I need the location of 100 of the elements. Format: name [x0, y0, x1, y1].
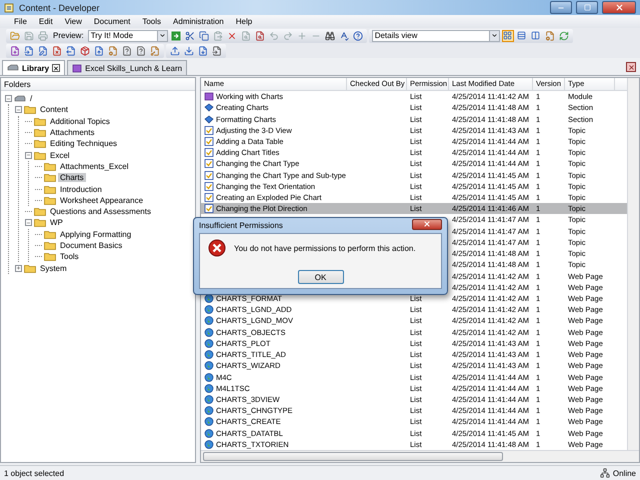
tree-item[interactable]: Additional Topics — [48, 116, 112, 126]
preview-label: Preview: — [52, 31, 85, 40]
view-mode-dropdown[interactable]: Details view — [372, 30, 500, 42]
dialog-close-button[interactable] — [412, 218, 442, 230]
tree-item[interactable]: Attachments — [48, 128, 96, 138]
publish-icon[interactable] — [93, 44, 105, 56]
app-icon — [4, 2, 15, 13]
preview-mode-value: Try It! Mode — [90, 31, 134, 40]
close-button[interactable] — [602, 1, 636, 14]
minimize-button[interactable] — [550, 1, 572, 14]
tree-item[interactable]: / — [28, 94, 34, 104]
close-icon[interactable] — [626, 62, 636, 72]
menu-item[interactable]: View — [58, 17, 88, 26]
check-in-icon[interactable] — [169, 44, 181, 56]
menu-item[interactable]: Tools — [136, 17, 168, 26]
globe-icon — [204, 361, 214, 370]
tree-item[interactable]: Excel — [48, 150, 72, 160]
globe-icon — [204, 305, 214, 314]
binoculars-icon[interactable] — [324, 30, 336, 42]
delete-document-icon[interactable] — [51, 44, 63, 56]
refresh-icon[interactable] — [558, 30, 570, 42]
menu-item[interactable]: Document — [88, 17, 136, 26]
properties-icon[interactable] — [544, 30, 556, 42]
folder-icon — [44, 162, 56, 171]
key-document-icon[interactable] — [149, 44, 161, 56]
view-icon[interactable] — [502, 30, 514, 42]
collapse-icon[interactable] — [5, 95, 12, 102]
tree-item[interactable]: System — [38, 264, 69, 273]
import-icon[interactable] — [23, 44, 35, 56]
tab[interactable]: Excel Skills_Lunch & Learn — [67, 60, 188, 75]
question-icon[interactable] — [121, 44, 133, 56]
package-icon[interactable] — [79, 44, 91, 56]
view-icon[interactable] — [530, 30, 542, 42]
menu-item[interactable]: Edit — [32, 17, 59, 26]
export-icon[interactable] — [65, 44, 77, 56]
window-title: Content - Developer — [19, 2, 101, 12]
tree-item[interactable]: Questions and Assessments — [48, 207, 153, 216]
collapse-icon[interactable] — [15, 106, 22, 114]
tree-item[interactable]: Document Basics — [58, 241, 124, 250]
settings-document-icon[interactable] — [107, 44, 119, 56]
cut-icon[interactable] — [184, 30, 196, 42]
check-out-icon[interactable] — [183, 44, 195, 56]
menu-item[interactable]: Administration — [167, 17, 230, 26]
question-menu-icon[interactable] — [135, 44, 147, 56]
download-icon[interactable] — [197, 44, 209, 56]
tree-item[interactable]: Editing Techniques — [48, 139, 120, 148]
tree-item[interactable]: Worksheet Appearance — [58, 196, 146, 205]
globe-icon — [204, 350, 214, 360]
topic-icon — [204, 204, 214, 214]
caret-icon — [490, 32, 498, 39]
horizontal-scrollbar[interactable] — [201, 450, 639, 462]
close-icon — [614, 3, 624, 12]
folder-icon — [44, 173, 56, 182]
tree-item[interactable]: Content — [38, 105, 70, 114]
globe-icon — [204, 406, 214, 416]
folder-icon — [34, 128, 46, 138]
folder-icon — [34, 207, 46, 216]
go-icon[interactable] — [170, 30, 182, 42]
tree-item[interactable]: Tools — [58, 252, 81, 262]
folders-header: Folders — [1, 78, 195, 91]
maximize-icon — [584, 4, 590, 11]
vertical-scrollbar[interactable] — [627, 78, 639, 450]
folder-icon — [34, 139, 46, 148]
view-icon[interactable] — [516, 30, 528, 42]
folder-icon — [24, 105, 36, 114]
tree-item[interactable]: WP — [48, 218, 65, 228]
tab[interactable]: Library — [2, 60, 66, 75]
open-folder-icon[interactable] — [9, 30, 21, 42]
globe-icon — [204, 428, 214, 438]
preview-mode-dropdown[interactable]: Try It! Mode — [88, 30, 168, 42]
collapse-icon[interactable] — [25, 219, 32, 226]
tree-item[interactable]: Charts — [58, 173, 86, 182]
tree-item[interactable]: Attachments_Excel — [58, 162, 130, 171]
folder-icon — [34, 218, 46, 228]
help-icon[interactable] — [352, 30, 364, 42]
drive-icon — [14, 94, 26, 103]
ok-button[interactable]: OK — [298, 270, 344, 284]
tree-item[interactable]: Applying Formatting — [58, 230, 134, 239]
folder-icon — [34, 150, 46, 160]
topic-icon — [204, 182, 214, 191]
globe-icon — [204, 384, 214, 393]
copy-icon[interactable] — [198, 30, 210, 42]
close-tab-icon[interactable] — [52, 64, 60, 72]
maximize-button[interactable] — [576, 1, 598, 14]
close-icon — [423, 220, 431, 228]
new-document-icon[interactable] — [9, 44, 21, 56]
topic-icon — [204, 148, 214, 158]
folder-icon — [44, 184, 56, 194]
search-icon[interactable] — [254, 30, 266, 42]
folder-icon — [34, 116, 46, 126]
menu-item[interactable]: File — [8, 17, 33, 26]
menu-item[interactable]: Help — [230, 17, 258, 26]
globe-icon — [204, 440, 214, 449]
collapse-icon[interactable] — [25, 152, 32, 159]
connection-status: Online — [612, 468, 636, 478]
tree-item[interactable]: Introduction — [58, 184, 104, 194]
edit-document-icon[interactable] — [37, 44, 49, 56]
expand-icon[interactable] — [15, 264, 22, 272]
status-text: 1 object selected — [4, 468, 64, 478]
folder-icon — [44, 196, 56, 205]
